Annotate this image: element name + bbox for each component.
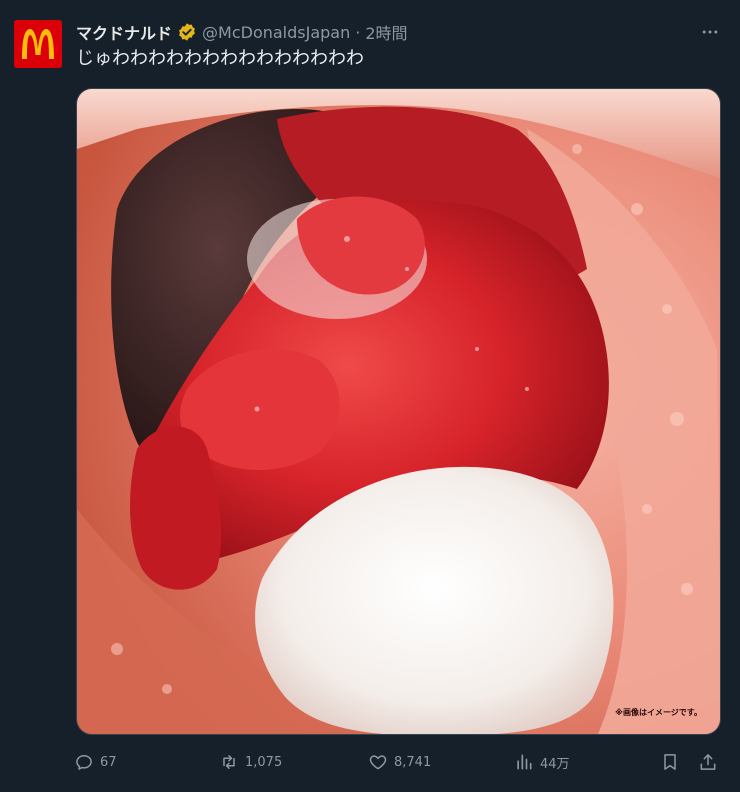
- mcdonalds-logo-icon: [14, 20, 62, 68]
- reply-button[interactable]: 67: [74, 752, 117, 772]
- share-button[interactable]: [698, 752, 718, 772]
- action-bar: 67 1,075 8,741 44万: [72, 748, 724, 780]
- reply-icon: [76, 755, 92, 770]
- strawberry-pie-photo: [77, 89, 720, 734]
- tweet-time[interactable]: 2時間: [365, 20, 407, 44]
- retweet-button[interactable]: 1,075: [219, 752, 282, 772]
- tweet: マクドナルド @McDonaldsJapan · 2時間 じゅわわわわわわわわわ…: [0, 0, 740, 792]
- retweet-icon: [223, 755, 235, 769]
- more-dots-icon[interactable]: [696, 18, 724, 46]
- bookmark-icon: [664, 754, 676, 770]
- reply-count: 67: [100, 754, 117, 770]
- tweet-image[interactable]: ※画像はイメージです。: [76, 88, 721, 735]
- like-count: 8,741: [394, 754, 432, 770]
- avatar[interactable]: [14, 20, 62, 68]
- views-button[interactable]: 44万: [514, 752, 570, 772]
- bookmark-button[interactable]: [660, 752, 680, 772]
- like-button[interactable]: 8,741: [368, 752, 431, 772]
- meta-separator: ·: [355, 22, 361, 42]
- views-chart-icon: [517, 754, 532, 770]
- heart-icon: [369, 755, 387, 770]
- view-count: 44万: [540, 756, 570, 772]
- author-name[interactable]: マクドナルド: [76, 20, 172, 44]
- author-handle[interactable]: @McDonaldsJapan: [202, 23, 350, 42]
- tweet-header: マクドナルド @McDonaldsJapan · 2時間: [76, 18, 724, 46]
- share-icon: [700, 754, 716, 770]
- image-disclaimer: ※画像はイメージです。: [615, 708, 702, 717]
- tweet-text: じゅわわわわわわわわわわわわわわ: [76, 48, 364, 69]
- retweet-count: 1,075: [245, 754, 283, 770]
- verified-badge-icon: [177, 22, 197, 42]
